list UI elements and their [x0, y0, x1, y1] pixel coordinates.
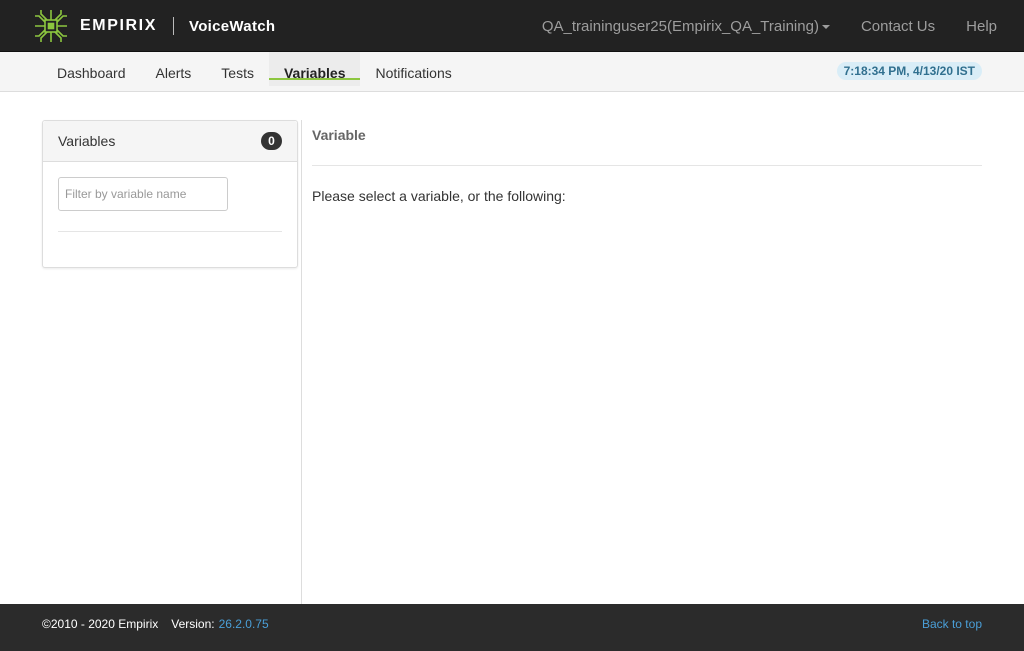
footer-info: ©2010 - 2020 Empirix Version: 26.2.0.75: [42, 617, 269, 631]
user-menu-label: QA_traininguser25(Empirix_QA_Training): [541, 17, 819, 35]
tab-notifications[interactable]: Notifications: [360, 52, 466, 92]
content-separator: [312, 165, 982, 166]
copyright-text: ©2010 - 2020 Empirix: [42, 617, 159, 631]
variable-detail-title: Variable: [312, 127, 366, 143]
variable-filter-input[interactable]: [58, 177, 228, 211]
brand[interactable]: EMPIRIX VoiceWatch: [33, 8, 275, 44]
back-to-top-link[interactable]: Back to top: [922, 617, 982, 631]
variables-panel-title: Variables: [58, 133, 116, 149]
variables-count-badge: 0: [261, 132, 282, 150]
version-number: 26.2.0.75: [218, 617, 269, 631]
brand-name: EMPIRIX: [80, 17, 157, 34]
tab-alerts[interactable]: Alerts: [141, 52, 207, 92]
tab-tests[interactable]: Tests: [206, 52, 269, 92]
user-menu-dropdown[interactable]: QA_traininguser25(Empirix_QA_Training): [542, 18, 830, 35]
contact-us-link[interactable]: Contact Us: [861, 18, 935, 35]
panel-divider: [58, 231, 282, 232]
top-navbar: EMPIRIX VoiceWatch QA_traininguser25(Emp…: [0, 0, 1024, 52]
empty-state-message: Please select a variable, or the followi…: [312, 188, 566, 204]
empirix-logo-icon: [35, 10, 67, 42]
version-label: Version:: [171, 617, 215, 631]
product-name: VoiceWatch: [189, 17, 276, 35]
caret-down-icon: [821, 24, 830, 29]
help-link[interactable]: Help: [966, 18, 997, 35]
brand-separator: [173, 17, 174, 35]
top-nav: QA_traininguser25(Empirix_QA_Training) C…: [511, 0, 997, 52]
tab-dashboard[interactable]: Dashboard: [42, 52, 141, 92]
tab-variables[interactable]: Variables: [268, 52, 361, 86]
variables-panel-heading: Variables 0: [43, 121, 297, 162]
timestamp-badge: 7:18:34 PM, 4/13/20 IST: [836, 62, 982, 80]
variables-panel: Variables 0: [42, 120, 298, 268]
footer: ©2010 - 2020 Empirix Version: 26.2.0.75 …: [0, 604, 1024, 651]
main-tabs: Dashboard Alerts Tests Variables Notific…: [42, 52, 467, 92]
content-divider: [301, 120, 302, 604]
sub-navbar: Dashboard Alerts Tests Variables Notific…: [0, 52, 1024, 92]
